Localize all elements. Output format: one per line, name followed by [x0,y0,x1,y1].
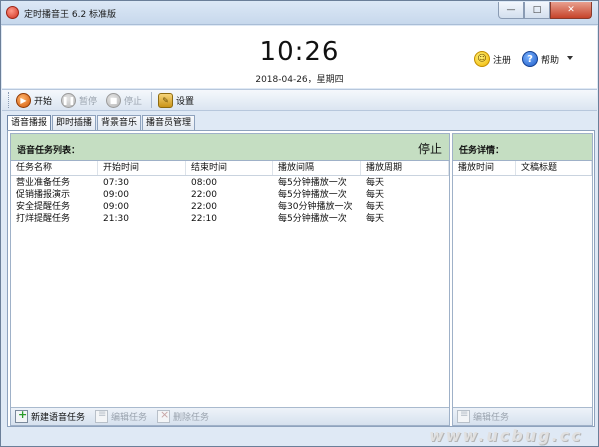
cell-task-name: 营业准备任务 [16,178,71,188]
cell-period: 每天 [366,214,385,224]
tab-announcer-management[interactable]: 播音员管理 [142,115,196,130]
maximize-button[interactable]: □ [524,2,550,19]
cell-period: 每天 [366,202,385,212]
delete-document-icon [157,408,171,423]
pause-button[interactable]: ❚❚ 暂停 [61,92,98,108]
stop-icon: ■ [106,92,122,108]
task-list-title: 语音任务列表： [17,146,81,156]
site-watermark: www.ucbug.cc [429,426,583,445]
app-window: 定时播音王 6.2 标准版 — □ ✕ 10:26 2018-04-26，星期四… [0,0,599,447]
window-title: 定时播音王 6.2 标准版 [24,10,117,20]
task-detail-footer: 编辑任务 [453,407,592,425]
column-header[interactable]: 开始时间 [98,161,186,175]
edit-task-button[interactable]: 编辑任务 [95,409,148,423]
table-row[interactable]: 营业准备任务 07:30 08:00 每5分钟播放一次 每天 [11,177,449,189]
stop-button[interactable]: ■ 停止 [106,92,143,108]
column-header[interactable]: 播放间隔 [273,161,361,175]
cell-start-time: 09:00 [103,190,129,200]
cell-start-time: 09:00 [103,202,129,212]
edit-task-label: 编辑任务 [111,413,148,423]
tab-voice-broadcast[interactable]: 语音播报 [7,115,52,131]
toolbar: ▶ 开始 ❚❚ 暂停 ■ 停止 ✎ 设置 [2,89,597,111]
new-task-label: 新建语音任务 [31,413,86,423]
column-header[interactable]: 结束时间 [186,161,273,175]
toolbar-grip[interactable] [8,92,11,108]
task-list-header: 语音任务列表： 停止 [11,134,449,161]
tab-instant-insert[interactable]: 即时插播 [52,115,97,130]
playback-status: 停止 [417,142,442,156]
smile-icon: ☺ [474,51,490,67]
help-button[interactable]: ? 帮助 [522,51,559,67]
cell-start-time: 07:30 [103,178,129,188]
cell-interval: 每5分钟播放一次 [278,178,347,188]
toolbar-divider [151,92,153,108]
column-header[interactable]: 文稿标题 [516,161,592,175]
tab-bar: 语音播报 即时插播 背景音乐 播音员管理 [7,115,196,131]
task-list-pane: 语音任务列表： 停止 任务名称 开始时间 结束时间 播放间隔 播放周期 营业准备… [10,133,450,426]
question-icon: ? [522,51,538,67]
column-header[interactable]: 播放时间 [453,161,516,175]
cell-end-time: 08:00 [191,178,217,188]
cell-interval: 每5分钟播放一次 [278,190,347,200]
cell-interval: 每5分钟播放一次 [278,214,347,224]
register-button[interactable]: ☺ 注册 [474,51,511,67]
cell-end-time: 22:00 [191,202,217,212]
register-label: 注册 [493,55,512,66]
detail-edit-task-button[interactable]: 编辑任务 [457,409,510,423]
clock-header: 10:26 2018-04-26，星期四 ☺ 注册 ? 帮助 [2,26,597,88]
stop-label: 停止 [124,96,143,107]
table-row[interactable]: 打烊提醒任务 21:30 22:10 每5分钟播放一次 每天 [11,213,449,225]
tab-background-music[interactable]: 背景音乐 [97,115,142,130]
new-voice-task-button[interactable]: 新建语音任务 [15,408,86,423]
minimize-button[interactable]: — [498,2,524,19]
pause-label: 暂停 [79,96,98,107]
task-list-footer: 新建语音任务 编辑任务 删除任务 [11,407,449,425]
cell-interval: 每30分钟播放一次 [278,202,353,212]
delete-task-label: 删除任务 [173,413,210,423]
cell-end-time: 22:10 [191,214,217,224]
cell-end-time: 22:00 [191,190,217,200]
table-row[interactable]: 促销播报演示 09:00 22:00 每5分钟播放一次 每天 [11,189,449,201]
edit-document-icon [457,409,470,423]
column-header[interactable]: 任务名称 [11,161,98,175]
table-row[interactable]: 安全提醒任务 09:00 22:00 每30分钟播放一次 每天 [11,201,449,213]
cell-start-time: 21:30 [103,214,129,224]
window-controls: — □ ✕ [498,2,592,19]
pause-icon: ❚❚ [61,92,77,108]
detail-edit-label: 编辑任务 [473,413,510,423]
settings-label: 设置 [176,96,195,107]
cell-task-name: 促销播报演示 [16,190,71,200]
delete-task-button[interactable]: 删除任务 [157,408,210,423]
cell-period: 每天 [366,178,385,188]
cell-task-name: 安全提醒任务 [16,202,71,212]
task-detail-title: 任务详情： [459,146,505,156]
task-table-header: 任务名称 开始时间 结束时间 播放间隔 播放周期 [11,161,449,176]
play-icon: ▶ [16,92,31,108]
settings-button[interactable]: ✎ 设置 [158,92,195,108]
start-button[interactable]: ▶ 开始 [16,92,53,108]
task-table-body: 营业准备任务 07:30 08:00 每5分钟播放一次 每天 促销播报演示 09… [11,177,449,225]
tab-content: 语音任务列表： 停止 任务名称 开始时间 结束时间 播放间隔 播放周期 营业准备… [7,130,595,427]
chevron-down-icon[interactable] [567,56,573,60]
date-display: 2018-04-26，星期四 [255,75,344,85]
task-detail-header: 任务详情： [453,134,592,161]
help-label: 帮助 [541,55,560,66]
cell-period: 每天 [366,190,385,200]
close-button[interactable]: ✕ [550,2,592,19]
title-bar[interactable]: 定时播音王 6.2 标准版 — □ ✕ [1,1,598,25]
start-label: 开始 [34,96,53,107]
settings-icon: ✎ [158,92,174,108]
app-logo-icon [6,6,19,19]
edit-document-icon [95,409,109,423]
add-document-icon [15,408,28,423]
column-header[interactable]: 播放周期 [361,161,449,175]
detail-table-header: 播放时间 文稿标题 [453,161,592,176]
task-detail-pane: 任务详情： 播放时间 文稿标题 编辑任务 [452,133,593,426]
cell-task-name: 打烊提醒任务 [16,214,71,224]
